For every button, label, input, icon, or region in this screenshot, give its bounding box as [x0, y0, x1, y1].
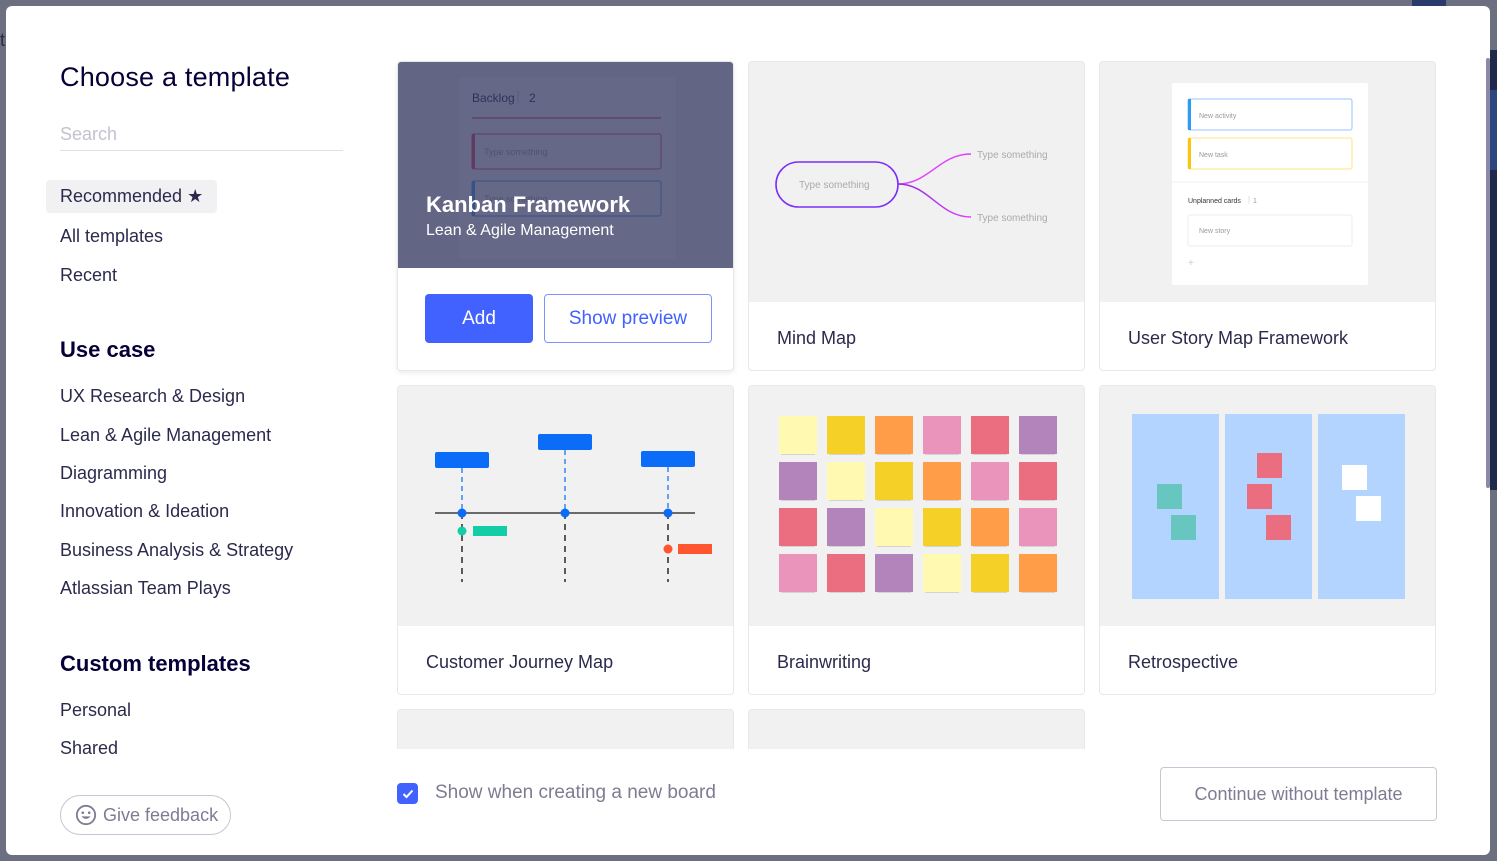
sticky-note — [971, 508, 1009, 546]
template-thumbnail — [1100, 386, 1435, 626]
sticky-note — [875, 416, 913, 454]
search-input[interactable] — [60, 118, 343, 151]
give-feedback-button[interactable]: Give feedback — [60, 795, 231, 835]
use-case-heading: Use case — [60, 337, 156, 362]
sticky-note — [923, 554, 961, 592]
story-map-unplanned-count: 1 — [1253, 198, 1257, 205]
template-card-partial[interactable] — [397, 709, 734, 749]
sticky-note — [971, 462, 1009, 500]
sticky-note — [779, 508, 817, 546]
background-app-panel-accent — [1490, 90, 1497, 170]
sidebar-item-atlassian-team-plays[interactable]: Atlassian Team Plays — [60, 578, 231, 599]
user-story-map-illustration: New activity New task Unplanned cards 1 … — [1172, 83, 1368, 285]
template-thumbnail — [398, 386, 733, 626]
sticky-note — [827, 554, 865, 592]
sticky-note — [1019, 554, 1057, 592]
story-map-task: New task — [1199, 152, 1228, 159]
sidebar-item-ux-research[interactable]: UX Research & Design — [60, 386, 245, 407]
story-map-unplanned: Unplanned cards — [1188, 198, 1241, 205]
sidebar-item-innovation[interactable]: Innovation & Ideation — [60, 501, 229, 522]
sticky-note — [1019, 416, 1057, 454]
smiley-icon — [75, 804, 97, 826]
template-title: Mind Map — [777, 328, 857, 348]
sticky-note — [1019, 508, 1057, 546]
sticky-note — [875, 462, 913, 500]
dialog-title: Choose a template — [60, 62, 291, 92]
template-card-user-story-map[interactable]: New activity New task Unplanned cards 1 … — [1099, 61, 1436, 371]
story-map-activity: New activity — [1199, 113, 1237, 120]
sticky-note — [923, 416, 961, 454]
template-title: Customer Journey Map — [426, 652, 614, 672]
sidebar-item-all-templates[interactable]: All templates — [60, 226, 163, 247]
story-map-add: + — [1188, 258, 1194, 269]
mind-map-illustration: Type something Type something Type somet… — [775, 150, 1048, 224]
sticky-note — [971, 416, 1009, 454]
sticky-note — [779, 462, 817, 500]
template-card-kanban[interactable]: Backlog 2 Type something Type something … — [397, 61, 734, 371]
template-card-brainwriting[interactable]: Brainwriting — [748, 385, 1085, 695]
template-title: User Story Map Framework — [1128, 328, 1349, 348]
story-map-story: New story — [1199, 228, 1231, 235]
sticky-note — [827, 462, 865, 500]
sticky-note — [779, 554, 817, 592]
continue-without-template-button[interactable]: Continue without template — [1160, 767, 1437, 821]
template-thumbnail — [749, 710, 1084, 749]
template-picker-dialog: Choose a template Recommended ★ All temp… — [6, 6, 1490, 855]
mind-map-root-text: Type something — [799, 180, 870, 191]
sidebar-item-business-analysis[interactable]: Business Analysis & Strategy — [60, 540, 293, 561]
sticky-note — [875, 554, 913, 592]
sticky-note — [779, 416, 817, 454]
sidebar-item-recent[interactable]: Recent — [60, 265, 117, 286]
template-category: Lean & Agile Management — [426, 222, 614, 239]
sidebar-item-recommended[interactable]: Recommended ★ — [46, 180, 218, 213]
brainwriting-illustration — [779, 416, 1057, 593]
sidebar-item-shared[interactable]: Shared — [60, 738, 118, 759]
show-on-new-board-label: Show when creating a new board — [435, 782, 716, 803]
add-template-button[interactable]: Add — [425, 294, 533, 343]
retrospective-illustration — [1132, 414, 1405, 599]
template-thumbnail: Backlog 2 Type something Type something … — [398, 62, 733, 268]
mind-map-branch-text: Type something — [977, 213, 1048, 224]
template-title: Retrospective — [1128, 652, 1239, 672]
template-thumbnail — [398, 710, 733, 749]
template-thumbnail: New activity New task Unplanned cards 1 … — [1100, 62, 1435, 302]
sidebar-item-diagramming[interactable]: Diagramming — [60, 463, 167, 484]
template-thumbnail — [749, 386, 1084, 626]
template-card-customer-journey-map[interactable]: Customer Journey Map — [397, 385, 734, 695]
background-app-text: t — [0, 30, 6, 50]
custom-templates-heading: Custom templates — [60, 651, 251, 676]
template-title: Kanban Framework — [426, 192, 631, 217]
template-thumbnail: Type something Type something Type somet… — [749, 62, 1084, 302]
template-card-mind-map[interactable]: Type something Type something Type somet… — [748, 61, 1085, 371]
customer-journey-illustration — [435, 434, 712, 582]
show-on-new-board-checkbox[interactable] — [397, 783, 418, 804]
mind-map-branch-text: Type something — [977, 150, 1048, 161]
sidebar-item-lean-agile[interactable]: Lean & Agile Management — [60, 425, 271, 446]
template-card-retrospective[interactable]: Retrospective — [1099, 385, 1436, 695]
sidebar-item-personal[interactable]: Personal — [60, 700, 131, 721]
grid-scrollbar[interactable] — [1486, 58, 1490, 488]
sticky-note — [827, 508, 865, 546]
sticky-note — [923, 462, 961, 500]
give-feedback-label: Give feedback — [103, 804, 219, 825]
sticky-note — [923, 508, 961, 546]
sidebar: Choose a template Recommended ★ All temp… — [46, 6, 350, 855]
sticky-note — [1019, 462, 1057, 500]
checkmark-icon — [402, 789, 413, 798]
sticky-note — [875, 508, 913, 546]
template-title: Brainwriting — [777, 652, 872, 672]
show-preview-button[interactable]: Show preview — [544, 294, 712, 343]
sticky-note — [971, 554, 1009, 592]
sticky-note — [827, 416, 865, 454]
template-card-partial[interactable] — [748, 709, 1085, 749]
